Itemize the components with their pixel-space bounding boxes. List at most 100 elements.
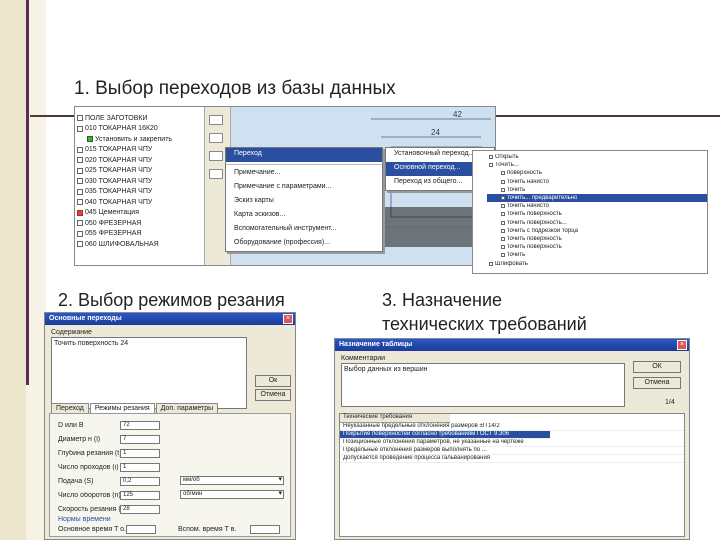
input-rpm[interactable]: 125 (120, 490, 160, 500)
folder-icon (77, 188, 83, 195)
norms-label: Нормы времени (58, 516, 111, 523)
req-tree-item[interactable]: Шлифовать (487, 259, 707, 267)
close-icon[interactable]: × (283, 314, 293, 324)
tool-icon[interactable] (209, 169, 223, 179)
aux-time-label: Вспом. время T в. (178, 526, 237, 533)
req-tree-item[interactable]: точить с подрезкой торца (487, 227, 707, 235)
screenshot-operations-tree: ПОЛЕ ЗАГОТОВКИ 010 ТОКАРНАЯ 16К20 Устано… (74, 106, 496, 266)
tree-item[interactable]: 025 ТОКАРНАЯ ЧПУ (75, 166, 204, 177)
tree-item[interactable]: 030 ТОКАРНАЯ ЧПУ (75, 176, 204, 187)
field-speed: Скорость резания (V)28 (58, 504, 160, 514)
tree-item[interactable]: 015 ТОКАРНАЯ ЧПУ (75, 145, 204, 156)
node-icon (501, 253, 505, 258)
input-speed[interactable]: 28 (120, 504, 160, 514)
tab-extra-params[interactable]: Доп. параметры (155, 403, 219, 413)
title-rule-right (496, 115, 720, 117)
content-textbox[interactable]: Точить поверхность 24 (51, 337, 247, 409)
folder-icon (77, 167, 83, 174)
folder-icon (77, 220, 83, 227)
tool-icon[interactable] (209, 133, 223, 143)
menu-item-equipment[interactable]: Оборудование (профессия)... (226, 237, 382, 251)
req-tree-item[interactable]: точить начисто (487, 202, 707, 210)
req-tree-item[interactable]: точить начисто (487, 178, 707, 186)
req-tree-item[interactable]: точить (487, 251, 707, 259)
folder-icon (77, 178, 83, 185)
comment-label: Комментарии (341, 355, 386, 362)
label-requirements-line2: технических требований (382, 314, 587, 334)
aux-time-input[interactable] (250, 525, 280, 534)
input-d[interactable]: 72 (120, 420, 160, 430)
req-tree-item[interactable]: поверхность (487, 169, 707, 177)
list-item[interactable]: Неуказанные предельные отклонения размер… (340, 423, 684, 431)
ok-button[interactable]: ОК (633, 361, 681, 373)
requirements-list: Технические требования Неуказанные преде… (339, 413, 685, 537)
req-tree-item[interactable]: точить поверхность (487, 235, 707, 243)
menu-item-transition[interactable]: Переход (226, 148, 382, 162)
dialog-tabs: Переход Режимы резания Доп. параметры (51, 403, 219, 413)
tab-transition[interactable]: Переход (51, 403, 89, 413)
feed-unit-select[interactable]: мм/об (180, 476, 284, 485)
tree-item[interactable]: 035 ТОКАРНАЯ ЧПУ (75, 187, 204, 198)
input-feed[interactable]: 0,2 (120, 476, 160, 486)
req-tree-item[interactable]: точить поверхность... (487, 219, 707, 227)
list-item[interactable]: Позиционные отклонения параметров, не ук… (340, 439, 684, 447)
menu-item-note[interactable]: Примечание... (226, 167, 382, 181)
comment-textbox[interactable]: Выбор данных из вершин (341, 363, 625, 407)
list-item[interactable]: Покрытие поверхностей согласно требовани… (340, 431, 550, 439)
input-depth[interactable]: 1 (120, 448, 160, 458)
tree-item[interactable]: 040 ТОКАРНАЯ ЧПУ (75, 197, 204, 208)
close-icon[interactable]: × (677, 340, 687, 350)
node-icon (501, 187, 505, 192)
tree-item[interactable]: 050 ФРЕЗЕРНАЯ (75, 218, 204, 229)
req-tree-item[interactable]: точить поверхность (487, 243, 707, 251)
req-tree-item[interactable]: точить поверхность (487, 210, 707, 218)
step-icon (87, 136, 93, 143)
list-item[interactable]: Предельные отклонения размеров выполнять… (340, 447, 684, 455)
tree-item[interactable]: ПОЛЕ ЗАГОТОВКИ (75, 113, 204, 124)
folder-icon (77, 146, 83, 153)
tool-icon[interactable] (209, 151, 223, 161)
slide-left-band-light (26, 0, 46, 540)
node-icon (501, 171, 505, 176)
operations-tree: ПОЛЕ ЗАГОТОВКИ 010 ТОКАРНАЯ 16К20 Устано… (75, 107, 205, 265)
label-requirements-line1: 3. Назначение (382, 290, 503, 310)
field-rpm: Число оборотов (n) 125 (58, 490, 160, 500)
tab-cutting-modes[interactable]: Режимы резания (89, 403, 155, 413)
cancel-button[interactable]: Отмена (633, 377, 681, 389)
tree-item[interactable]: 055 ФРЕЗЕРНАЯ (75, 229, 204, 240)
req-tree-item[interactable]: Точить... (487, 161, 707, 169)
node-icon (489, 261, 493, 266)
node-icon (501, 228, 505, 233)
menu-item-sketch[interactable]: Эскиз карты (226, 195, 382, 209)
node-icon (501, 196, 505, 201)
main-time-input[interactable] (126, 525, 156, 534)
field-d: D или B 72 (58, 420, 160, 430)
speed-unit-select[interactable]: об/мин (180, 490, 284, 499)
req-tree-item[interactable]: точить... предварительно (487, 193, 707, 203)
dimension-label: 42 (453, 110, 462, 119)
req-tree-item[interactable]: Открыть (487, 153, 707, 161)
tool-icon[interactable] (209, 115, 223, 125)
menu-item-sketch-map[interactable]: Карта эскизов... (226, 209, 382, 223)
tree-item[interactable]: 045 Цементация (75, 208, 204, 219)
node-icon (489, 155, 493, 160)
ok-button[interactable]: Ок (255, 375, 291, 387)
input-passes[interactable]: 1 (120, 462, 160, 472)
content-label: Содержание (51, 329, 92, 336)
input-diameter[interactable]: 7 (120, 434, 160, 444)
menu-item-note-params[interactable]: Примечание с параметрами... (226, 181, 382, 195)
transition-database-tree: Открыть Точить... поверхность точить начист… (472, 150, 708, 274)
menu-item-aux-tool[interactable]: Вспомогательный инструмент... (226, 223, 382, 237)
list-item[interactable]: Допускается проведение процесса гальвани… (340, 455, 684, 463)
page-counter: 1/4 (665, 399, 675, 406)
cancel-button[interactable]: Отмена (255, 389, 291, 401)
req-tree-item[interactable]: точить (487, 186, 707, 194)
node-icon (501, 212, 505, 217)
tree-item[interactable]: Установить и закрепить (75, 134, 204, 145)
tree-item[interactable]: 060 ШЛИФОВАЛЬНАЯ (75, 239, 204, 250)
dialog-title: Назначение таблицы (335, 339, 689, 351)
tree-item[interactable]: 020 ТОКАРНАЯ ЧПУ (75, 155, 204, 166)
tree-item[interactable]: 010 ТОКАРНАЯ 16К20 (75, 124, 204, 135)
folder-icon (77, 230, 83, 237)
field-feed: Подача (S) 0,2 (58, 476, 160, 486)
